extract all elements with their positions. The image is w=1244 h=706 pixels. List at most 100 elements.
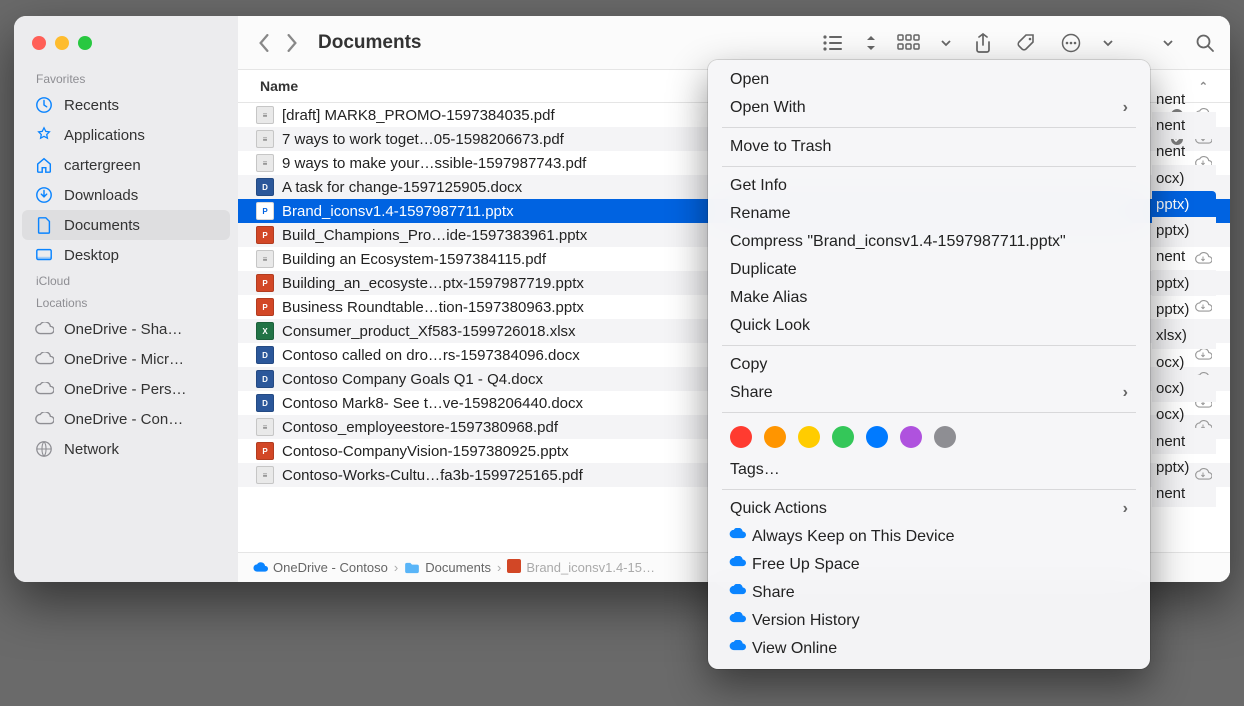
quick-action-label: View Online (752, 640, 837, 658)
sidebar-item-onedrive-sha-[interactable]: OneDrive - Sha… (14, 314, 238, 344)
ctx-open[interactable]: Open (708, 66, 1150, 94)
download-icon (34, 185, 54, 205)
ctx-copy[interactable]: Copy (708, 351, 1150, 379)
sidebar-item-cartergreen[interactable]: cartergreen (14, 150, 238, 180)
globe-icon (34, 439, 54, 459)
quick-action-item[interactable]: Version History (708, 607, 1150, 635)
search-button[interactable] (1192, 30, 1218, 56)
more-button[interactable] (1058, 30, 1084, 56)
onedrive-icon (728, 612, 746, 630)
tag-color-dot[interactable] (866, 426, 888, 448)
window-title: Documents (318, 32, 421, 54)
sidebar-item-applications[interactable]: Applications (14, 120, 238, 150)
xlsx-file-icon: X (256, 322, 274, 340)
onedrive-icon (728, 556, 746, 574)
path-label: Brand_iconsv1.4-15… (526, 560, 655, 575)
pptx-file-icon: P (256, 298, 274, 316)
cloud-icon (34, 349, 54, 369)
ctx-get-info[interactable]: Get Info (708, 172, 1150, 200)
share-button[interactable] (970, 30, 996, 56)
kind-column-fragment: nentnentnentocx)pptx)pptx)nentpptx)pptx)… (1152, 86, 1216, 507)
doc-icon (34, 215, 54, 235)
kind-cell: nent (1152, 244, 1216, 270)
minimize-window-button[interactable] (55, 36, 69, 50)
more-chevron-icon[interactable] (1102, 30, 1114, 56)
path-segment[interactable]: OneDrive - Contoso (252, 560, 388, 575)
apps-icon (34, 125, 54, 145)
sidebar-item-downloads[interactable]: Downloads (14, 180, 238, 210)
sidebar-item-label: Documents (64, 217, 140, 234)
sidebar-item-onedrive-pers-[interactable]: OneDrive - Pers… (14, 374, 238, 404)
column-header-name[interactable]: Name (260, 78, 298, 94)
separator (722, 127, 1136, 128)
cloud-icon (34, 319, 54, 339)
chevron-right-icon: › (497, 560, 501, 575)
sidebar-item-onedrive-micr-[interactable]: OneDrive - Micr… (14, 344, 238, 374)
chevron-right-icon: › (1123, 99, 1128, 117)
ctx-trash[interactable]: Move to Trash (708, 133, 1150, 161)
sidebar-item-desktop[interactable]: Desktop (14, 240, 238, 270)
sidebar-item-label: Desktop (64, 247, 119, 264)
tag-color-dot[interactable] (798, 426, 820, 448)
sidebar-item-documents[interactable]: Documents (22, 210, 230, 240)
tag-color-dot[interactable] (900, 426, 922, 448)
ctx-compress[interactable]: Compress "Brand_iconsv1.4-1597987711.ppt… (708, 228, 1150, 256)
onedrive-icon (728, 528, 746, 546)
quick-action-item[interactable]: View Online (708, 635, 1150, 663)
sidebar-item-label: OneDrive - Micr… (64, 351, 184, 368)
pptx-file-icon: P (256, 274, 274, 292)
quick-action-item[interactable]: Always Keep on This Device (708, 523, 1150, 551)
dropdown-chevron-icon[interactable] (1162, 30, 1174, 56)
pptx-icon (507, 559, 521, 576)
sidebar-item-label: cartergreen (64, 157, 141, 174)
ctx-quick-look[interactable]: Quick Look (708, 312, 1150, 340)
sidebar-item-label: Applications (64, 127, 145, 144)
context-menu[interactable]: Open Open With› Move to Trash Get Info R… (708, 60, 1150, 669)
ctx-open-with[interactable]: Open With› (708, 94, 1150, 122)
group-chevron-icon[interactable] (940, 30, 952, 56)
docx-file-icon: D (256, 394, 274, 412)
ctx-quick-actions[interactable]: Quick Actions› (708, 495, 1150, 523)
cloud-icon (252, 562, 268, 574)
close-window-button[interactable] (32, 36, 46, 50)
quick-action-label: Share (752, 584, 795, 602)
forward-button[interactable] (278, 29, 306, 57)
quick-action-item[interactable]: Share (708, 579, 1150, 607)
tag-color-dot[interactable] (730, 426, 752, 448)
tag-color-dot[interactable] (934, 426, 956, 448)
tag-color-row (708, 418, 1150, 456)
sidebar-item-onedrive-con-[interactable]: OneDrive - Con… (14, 404, 238, 434)
ctx-tags[interactable]: Tags… (708, 456, 1150, 484)
ctx-rename[interactable]: Rename (708, 200, 1150, 228)
back-button[interactable] (250, 29, 278, 57)
ctx-make-alias[interactable]: Make Alias (708, 284, 1150, 312)
sidebar-item-network[interactable]: Network (14, 434, 238, 464)
sidebar-item-label: OneDrive - Pers… (64, 381, 187, 398)
kind-cell: pptx) (1152, 191, 1216, 217)
tag-color-dot[interactable] (832, 426, 854, 448)
chevron-right-icon: › (394, 560, 398, 575)
path-segment[interactable]: Brand_iconsv1.4-15… (507, 559, 655, 576)
kind-cell: pptx) (1152, 454, 1216, 480)
view-list-button[interactable] (820, 30, 846, 56)
quick-action-item[interactable]: Free Up Space (708, 551, 1150, 579)
view-options-stepper[interactable] (864, 30, 878, 56)
sidebar-item-label: Downloads (64, 187, 138, 204)
path-segment[interactable]: Documents (404, 560, 491, 575)
sidebar: FavoritesRecents Applications cartergreen D… (14, 16, 238, 582)
docx-file-icon: D (256, 178, 274, 196)
sidebar-section-label: Favorites (14, 68, 238, 90)
kind-cell: nent (1152, 112, 1216, 138)
sidebar-section-label: iCloud (14, 270, 238, 292)
ctx-share[interactable]: Share› (708, 379, 1150, 407)
pdf-file-icon: ≡ (256, 466, 274, 484)
clock-icon (34, 95, 54, 115)
sidebar-item-recents[interactable]: Recents (14, 90, 238, 120)
zoom-window-button[interactable] (78, 36, 92, 50)
ctx-duplicate[interactable]: Duplicate (708, 256, 1150, 284)
folder-icon (404, 562, 420, 574)
tag-color-dot[interactable] (764, 426, 786, 448)
tags-button[interactable] (1014, 30, 1040, 56)
pptx-file-icon: P (256, 202, 274, 220)
group-button[interactable] (896, 30, 922, 56)
